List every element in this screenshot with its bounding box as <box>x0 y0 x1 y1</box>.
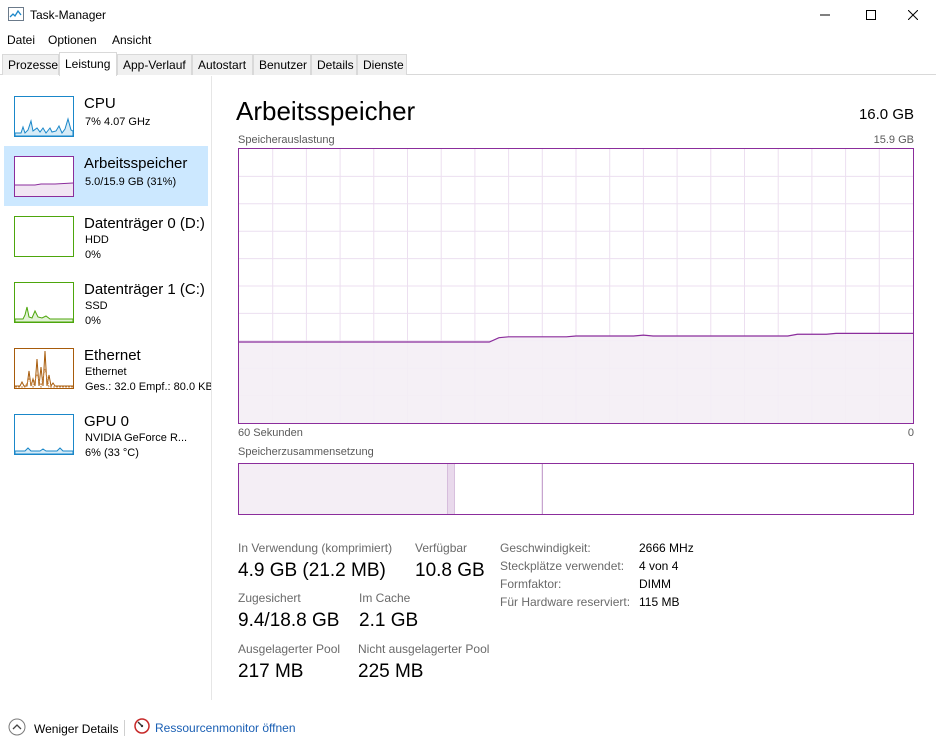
sidebar-item-detail: HDD <box>85 234 109 246</box>
memory-usage-max: 15.9 GB <box>873 134 914 146</box>
resource-monitor-label: Ressourcenmonitor öffnen <box>155 720 296 735</box>
memory-composition-plot <box>239 464 543 514</box>
resource-monitor-link[interactable]: Ressourcenmonitor öffnen <box>134 718 296 737</box>
sidebar-item-memory[interactable]: Arbeitsspeicher 5.0/15.9 GB (31%) <box>4 146 208 206</box>
sidebar-item-title: Arbeitsspeicher <box>84 155 188 172</box>
spec-value-speed: 2666 MHz <box>639 541 694 555</box>
maximize-icon <box>866 10 876 20</box>
tab-startup[interactable]: Autostart <box>192 54 253 75</box>
sidebar-item-title: Datenträger 1 (C:) <box>84 281 205 298</box>
tab-processes[interactable]: Prozesse <box>2 54 59 75</box>
memory-usage-label: Speicherauslastung <box>238 134 335 146</box>
memory-usage-chart <box>238 148 914 424</box>
menu-view[interactable]: Ansicht <box>112 33 151 47</box>
fewer-details-label: Weniger Details <box>34 721 119 736</box>
nonpaged-pool-value: 225 MB <box>358 661 424 682</box>
tab-details[interactable]: Details <box>311 54 357 75</box>
sidebar-item-detail: 5.0/15.9 GB (31%) <box>85 176 177 188</box>
spec-label-hardware-reserved: Für Hardware reserviert: <box>500 595 631 609</box>
title-bar: Task-Manager <box>0 0 936 30</box>
sidebar-item-detail: SSD <box>85 300 108 312</box>
in-use-value: 4.9 GB (21.2 MB) <box>238 560 386 581</box>
sidebar-item-detail: Ges.: 32.0 Empf.: 80.0 KBit/s <box>85 381 211 393</box>
composition-standby[interactable] <box>454 464 543 514</box>
cached-label: Im Cache <box>359 591 411 605</box>
sidebar-item-cpu[interactable]: CPU 7% 4.07 GHz <box>4 86 208 146</box>
menu-file[interactable]: Datei <box>7 33 35 47</box>
tab-bar: Prozesse Leistung App-Verlauf Autostart … <box>0 52 936 76</box>
paged-pool-label: Ausgelagerter Pool <box>238 642 341 656</box>
footer-bar: Weniger Details Ressourcenmonitor öffnen <box>0 712 936 742</box>
spec-label-form-factor: Formfaktor: <box>500 577 562 591</box>
sidebar-item-title: Ethernet <box>84 347 141 364</box>
spec-label-speed: Geschwindigkeit: <box>500 541 591 555</box>
spec-value-hardware-reserved: 115 MB <box>639 595 680 609</box>
sidebar-item-disk-1[interactable]: Datenträger 1 (C:) SSD 0% <box>4 272 208 332</box>
time-axis-end: 0 <box>907 427 914 439</box>
maximize-button[interactable] <box>848 0 894 30</box>
paged-pool-value: 217 MB <box>238 661 304 682</box>
menu-options[interactable]: Optionen <box>48 33 97 47</box>
close-icon <box>908 10 918 20</box>
sidebar-item-gpu[interactable]: GPU 0 NVIDIA GeForce R... 6% (33 °C) <box>4 404 208 464</box>
sidebar-item-title: GPU 0 <box>84 413 130 430</box>
menu-bar: Datei Optionen Ansicht <box>0 31 936 49</box>
minimize-icon <box>820 10 830 20</box>
memory-composition-bar <box>238 463 914 515</box>
performance-sidebar: CPU 7% 4.07 GHz Arbeitsspeicher 5.0/15.9… <box>0 76 212 700</box>
time-axis-start: 60 Sekunden <box>238 427 303 439</box>
available-label: Verfügbar <box>415 541 468 555</box>
chart-series <box>239 332 913 423</box>
cached-value: 2.1 GB <box>359 610 419 631</box>
sidebar-item-disk-0[interactable]: Datenträger 0 (D:) HDD 0% <box>4 206 208 266</box>
memory-usage-plot <box>239 149 913 423</box>
sidebar-item-detail: 0% <box>85 249 101 261</box>
disk-1-thumbnail-graph <box>14 282 74 323</box>
chevron-up-circle-icon <box>8 718 26 739</box>
memory-composition-label: Speicherzusammensetzung <box>238 446 374 458</box>
minimize-button[interactable] <box>802 0 848 30</box>
tab-services[interactable]: Dienste <box>357 54 407 75</box>
page-title: Arbeitsspeicher <box>236 96 416 126</box>
window-title: Task-Manager <box>30 8 107 22</box>
spec-value-slots: 4 von 4 <box>639 559 679 573</box>
composition-modified[interactable] <box>447 464 455 514</box>
in-use-label: In Verwendung (komprimiert) <box>238 541 393 555</box>
committed-label: Zugesichert <box>238 591 301 605</box>
disk-0-thumbnail-graph <box>14 216 74 257</box>
tab-users[interactable]: Benutzer <box>253 54 311 75</box>
sidebar-item-title: Datenträger 0 (D:) <box>84 215 205 232</box>
sidebar-item-detail: Ethernet <box>85 366 127 378</box>
sidebar-item-detail: 7% 4.07 GHz <box>85 116 151 128</box>
resource-monitor-icon <box>134 718 150 737</box>
memory-thumbnail-graph <box>14 156 74 197</box>
sidebar-item-ethernet[interactable]: Ethernet Ethernet Ges.: 32.0 Empf.: 80.0… <box>4 338 211 398</box>
available-value: 10.8 GB <box>415 560 485 581</box>
sidebar-item-detail: 0% <box>85 315 101 327</box>
footer-divider <box>124 720 125 736</box>
spec-value-form-factor: DIMM <box>639 577 671 591</box>
task-manager-icon <box>8 7 24 21</box>
spec-label-slots: Steckplätze verwendet: <box>500 559 625 573</box>
sidebar-item-detail: 6% (33 °C) <box>85 447 139 459</box>
composition-in-use[interactable] <box>239 464 448 514</box>
sidebar-item-detail: NVIDIA GeForce R... <box>85 432 188 444</box>
memory-usage-area <box>239 333 913 423</box>
ethernet-thumbnail-graph <box>14 348 74 389</box>
tab-app-history[interactable]: App-Verlauf <box>117 54 192 75</box>
tab-performance[interactable]: Leistung <box>59 52 117 76</box>
fewer-details-button[interactable]: Weniger Details <box>8 718 118 739</box>
close-button[interactable] <box>890 0 936 30</box>
cpu-thumbnail-graph <box>14 96 74 137</box>
memory-total: 16.0 GB <box>858 106 914 123</box>
sidebar-item-title: CPU <box>84 95 116 112</box>
nonpaged-pool-label: Nicht ausgelagerter Pool <box>358 642 490 656</box>
gpu-thumbnail-graph <box>14 414 74 455</box>
committed-value: 9.4/18.8 GB <box>238 610 340 631</box>
